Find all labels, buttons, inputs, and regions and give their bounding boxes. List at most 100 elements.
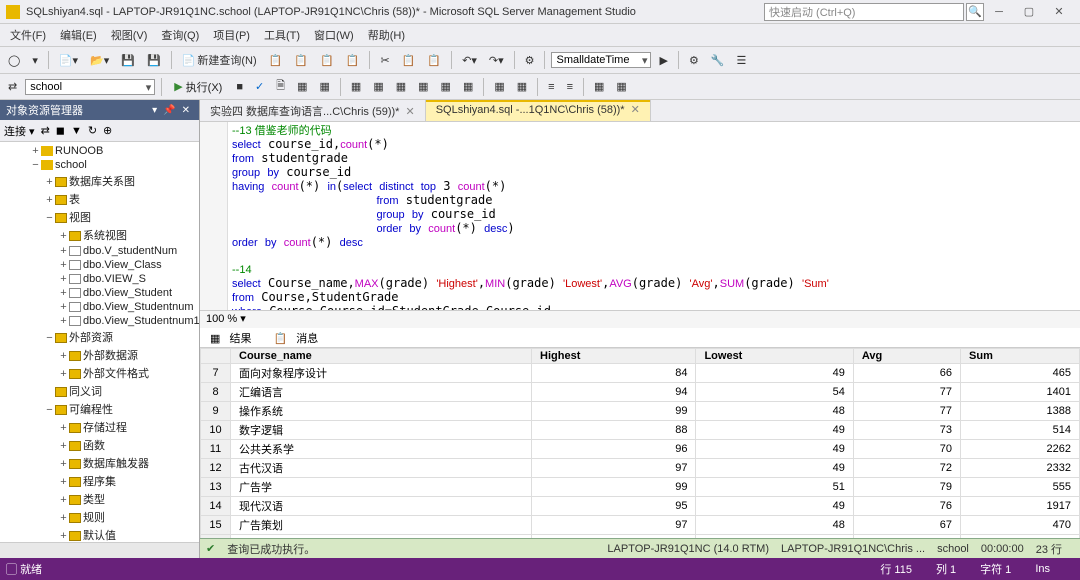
tree-node[interactable]: +类型 [2,490,197,508]
query-a-icon[interactable]: 📋 [265,52,287,69]
table-row[interactable]: 14现代汉语9549761917 [201,497,1080,516]
close-button[interactable]: ✕ [1044,5,1074,18]
search-tree-icon[interactable]: ⊕ [103,124,112,137]
opt1-icon[interactable]: ▦ [293,78,311,95]
opt9-icon[interactable]: ▦ [490,78,508,95]
col-header[interactable]: Highest [532,349,696,364]
save-icon[interactable]: 💾 [117,52,139,69]
maximize-button[interactable]: ▢ [1014,5,1044,18]
col-header[interactable]: Course_name [231,349,532,364]
table-row[interactable]: 7面向对象程序设计844966465 [201,364,1080,383]
table-row[interactable]: 11公共关系学9649702262 [201,440,1080,459]
opt6-icon[interactable]: ▦ [414,78,432,95]
col-header[interactable] [201,349,231,364]
menu-item[interactable]: 文件(F) [4,25,52,45]
tree-node[interactable]: +dbo.VIEW_S [2,272,197,286]
horizontal-scrollbar[interactable] [0,542,199,558]
zoom-dropdown[interactable]: 100 % ▾ [200,310,1080,328]
tree-node[interactable]: +dbo.V_studentNum [2,244,197,258]
execute-button[interactable]: 执行(X) [168,77,228,97]
tree-node[interactable]: −外部资源 [2,328,197,346]
table-row[interactable]: 10数字逻辑884973514 [201,421,1080,440]
pin-icon[interactable]: 📌 [160,105,178,116]
minimize-button[interactable]: ─ [984,6,1014,18]
nav-back-icon[interactable]: ◯ [4,52,24,69]
disconnect-icon[interactable]: ⇄ [41,124,50,137]
tool-b-icon[interactable]: 🔧 [707,52,729,69]
tree-node[interactable]: +存储过程 [2,418,197,436]
tree-node[interactable]: +数据库触发器 [2,454,197,472]
panel-close-icon[interactable]: ✕ [179,105,193,116]
tab-close-icon[interactable]: ✕ [631,104,640,116]
redo-icon[interactable]: ↷▾ [485,52,508,69]
tree-node[interactable]: +默认值 [2,526,197,542]
tab-close-icon[interactable]: ✕ [405,106,414,118]
menu-item[interactable]: 查询(Q) [155,25,205,45]
opt8-icon[interactable]: ▦ [459,78,477,95]
tree-node[interactable]: +规则 [2,508,197,526]
tree-node[interactable]: +dbo.View_Student [2,286,197,300]
quick-launch-input[interactable]: 快速启动 (Ctrl+Q) [764,3,964,21]
editor-tab[interactable]: SQLshiyan4.sql -...1Q1NC\Chris (58))*✕ [426,100,651,121]
undo-icon[interactable]: ↶▾ [458,52,481,69]
opt10-icon[interactable]: ▦ [513,78,531,95]
code-text[interactable]: --13 借鉴老师的代码 select course_id,count(*) f… [228,122,1080,310]
connect-button[interactable]: 连接 ▾ [4,123,35,139]
tree-node[interactable]: −视图 [2,208,197,226]
copy-icon[interactable]: 📋 [398,52,420,69]
datatype-dropdown[interactable]: SmalldateTime [551,52,651,68]
comment-icon[interactable]: ▦ [590,78,608,95]
tree-node[interactable]: +系统视图 [2,226,197,244]
cut-icon[interactable]: ✂ [376,52,393,69]
stop-icon[interactable]: ■ [232,79,247,95]
opt2-icon[interactable]: ▦ [316,78,334,95]
open-icon[interactable]: 📂▾ [86,52,113,69]
go-icon[interactable]: ▶ [655,52,671,69]
results-grid[interactable]: Course_nameHighestLowestAvgSum7面向对象程序设计8… [200,348,1080,538]
outdent-icon[interactable]: ≡ [563,79,577,95]
tree-node[interactable]: +dbo.View_Studentnum [2,300,197,314]
indent-icon[interactable]: ≡ [544,79,558,95]
tool-c-icon[interactable]: ☰ [733,52,751,69]
menu-item[interactable]: 项目(P) [207,25,256,45]
table-row[interactable]: 9操作系统9948771388 [201,402,1080,421]
tree-node[interactable]: +RUNOOB [2,144,197,158]
editor-tab[interactable]: 实验四 数据库查询语言...C\Chris (59))*✕ [200,100,426,121]
props-icon[interactable]: ⚙ [521,52,539,69]
plan-icon[interactable]: 🗎 [272,75,289,98]
tree-node[interactable]: +表 [2,190,197,208]
tree-node[interactable]: +dbo.View_Studentnum1 [2,314,197,328]
table-row[interactable]: 8汇编语言9454771401 [201,383,1080,402]
opt5-icon[interactable]: ▦ [392,78,410,95]
new-icon[interactable]: 📄▾ [55,52,82,69]
tree-node[interactable]: −可编程性 [2,400,197,418]
parse-icon[interactable]: ✓ [251,78,268,95]
save-all-icon[interactable]: 💾 [143,52,165,69]
tree-node[interactable]: 同义词 [2,382,197,400]
table-row[interactable]: 13广告学995179555 [201,478,1080,497]
messages-tab[interactable]: 📋 消息 [267,330,330,345]
menu-item[interactable]: 编辑(E) [54,25,103,45]
table-row[interactable]: 15广告策划974867470 [201,516,1080,535]
new-query-button[interactable]: 📄 新建查询(N) [178,50,261,70]
connect-icon[interactable]: ⇄ [4,78,21,95]
col-header[interactable]: Lowest [696,349,853,364]
tree-node[interactable]: +数据库关系图 [2,172,197,190]
query-b-icon[interactable]: 📋 [290,52,312,69]
object-tree[interactable]: +RUNOOB−school+数据库关系图+表−视图+系统视图+dbo.V_st… [0,142,199,542]
paste-icon[interactable]: 📋 [423,52,445,69]
tree-node[interactable]: +外部数据源 [2,346,197,364]
table-row[interactable]: 12古代汉语9749722332 [201,459,1080,478]
tree-node[interactable]: −school [2,158,197,172]
opt3-icon[interactable]: ▦ [347,78,365,95]
refresh-icon[interactable]: ↻ [88,124,97,137]
menu-item[interactable]: 帮助(H) [362,25,411,45]
panel-dropdown-icon[interactable]: ▾ [149,105,160,116]
opt4-icon[interactable]: ▦ [369,78,387,95]
tree-node[interactable]: +dbo.View_Class [2,258,197,272]
col-header[interactable]: Sum [961,349,1080,364]
menu-item[interactable]: 工具(T) [258,25,306,45]
stop-conn-icon[interactable]: ◼ [56,124,65,137]
tree-node[interactable]: +外部文件格式 [2,364,197,382]
tree-node[interactable]: +函数 [2,436,197,454]
